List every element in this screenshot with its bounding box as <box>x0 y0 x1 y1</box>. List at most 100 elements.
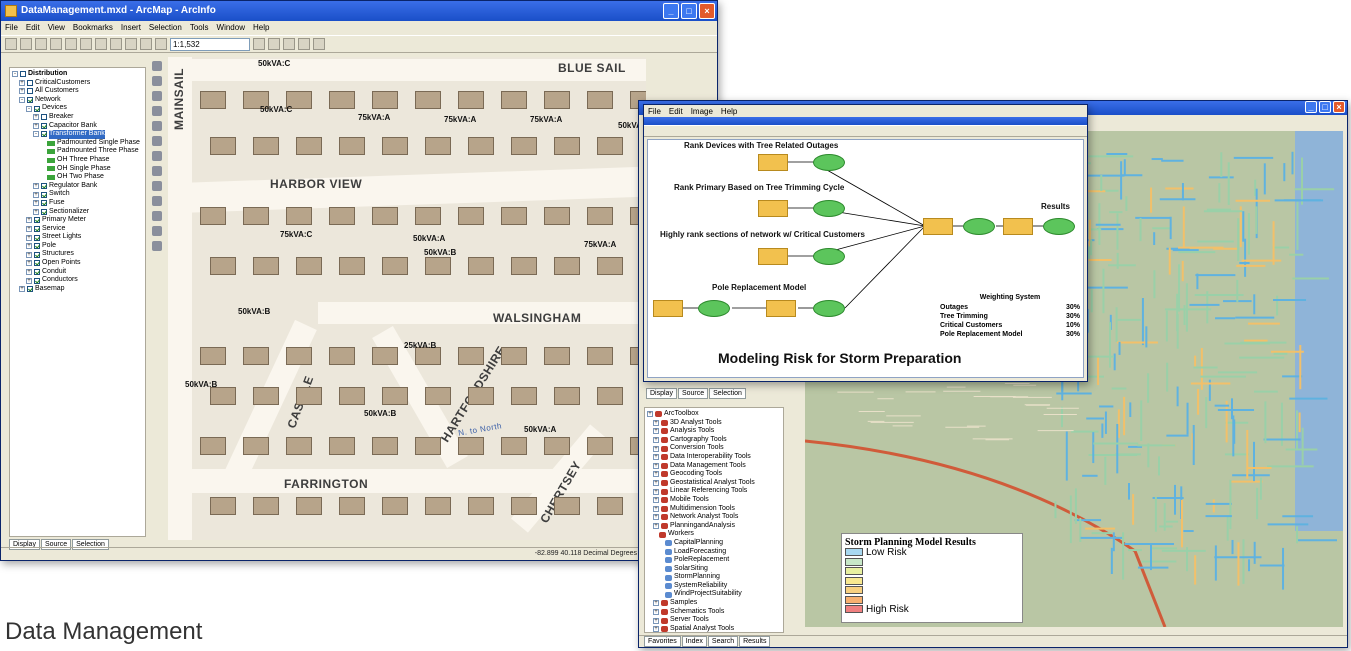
model-menu-file[interactable]: File <box>648 105 661 117</box>
command-line-icon[interactable] <box>283 38 295 50</box>
toolbox-item[interactable]: StormPlanning <box>647 573 781 582</box>
toolbox-item[interactable]: + Server Tools <box>647 616 781 625</box>
expand-toggle-icon[interactable]: + <box>653 445 659 452</box>
minimize-button[interactable]: _ <box>663 3 679 19</box>
layer-checkbox[interactable] <box>27 97 33 104</box>
whats-this-icon[interactable] <box>313 38 325 50</box>
back-extent-icon[interactable] <box>152 151 162 161</box>
model-output-data[interactable] <box>813 248 845 265</box>
toc-item[interactable]: - Distribution <box>12 70 143 79</box>
maximize-button[interactable]: □ <box>1319 101 1331 113</box>
new-icon[interactable] <box>5 38 17 50</box>
fixed-zoom-in-icon[interactable] <box>152 91 162 101</box>
toc-item[interactable]: + CriticalCustomers <box>12 79 143 88</box>
expand-toggle-icon[interactable]: + <box>26 217 32 224</box>
toolbox-item[interactable]: + Spatial Analyst Tools <box>647 625 781 632</box>
toc-item[interactable]: + Regulator Bank <box>12 182 143 191</box>
print-icon[interactable] <box>50 38 62 50</box>
expand-toggle-icon[interactable]: - <box>19 97 25 104</box>
expand-toggle-icon[interactable]: + <box>26 260 32 267</box>
select-elements-icon[interactable] <box>152 196 162 206</box>
expand-toggle-icon[interactable]: + <box>33 183 39 190</box>
layer-checkbox[interactable] <box>27 88 33 95</box>
editor-icon[interactable] <box>253 38 265 50</box>
toc-item[interactable]: + Basemap <box>12 285 143 294</box>
toolbox-item[interactable]: +3D Analyst Tools <box>647 419 781 428</box>
expand-toggle-icon[interactable]: + <box>653 608 659 615</box>
arcmap-menu-edit[interactable]: Edit <box>26 21 40 35</box>
toolbox-tab-favorites[interactable]: Favorites <box>644 636 681 647</box>
toc-item[interactable]: + Conductors <box>12 276 143 285</box>
model-output-data[interactable] <box>813 200 845 217</box>
expand-toggle-icon[interactable]: + <box>33 208 39 215</box>
open-icon[interactable] <box>20 38 32 50</box>
toc-item[interactable]: + Open Points <box>12 259 143 268</box>
layer-checkbox[interactable] <box>34 217 40 224</box>
expand-toggle-icon[interactable]: + <box>653 488 659 495</box>
layer-checkbox[interactable] <box>34 105 40 112</box>
expand-toggle-icon[interactable]: + <box>653 626 659 632</box>
model-menu-help[interactable]: Help <box>721 105 737 117</box>
toolbox-item[interactable]: + Conversion Tools <box>647 444 781 453</box>
close-button[interactable]: × <box>1333 101 1345 113</box>
minimize-button[interactable]: _ <box>1305 101 1317 113</box>
layer-checkbox[interactable] <box>41 183 47 190</box>
expand-toggle-icon[interactable]: + <box>653 497 659 504</box>
toc-item[interactable]: + Structures <box>12 250 143 259</box>
toolbox-tab-display[interactable]: Display <box>646 388 677 399</box>
arcmap-menu-bookmarks[interactable]: Bookmarks <box>73 21 113 35</box>
fixed-zoom-out-icon[interactable] <box>152 106 162 116</box>
toolbox-item[interactable]: + Data Management Tools <box>647 462 781 471</box>
forward-extent-icon[interactable] <box>152 166 162 176</box>
zoom-out-icon[interactable] <box>152 76 162 86</box>
paste-icon[interactable] <box>95 38 107 50</box>
layer-checkbox[interactable] <box>34 243 40 250</box>
toc-item[interactable]: + Conduit <box>12 268 143 277</box>
expand-toggle-icon[interactable]: + <box>653 471 659 478</box>
identify-icon[interactable] <box>152 211 162 221</box>
toc-item[interactable]: + Primary Meter <box>12 216 143 225</box>
toolbox-item[interactable]: + Analysis Tools <box>647 427 781 436</box>
copy-icon[interactable] <box>80 38 92 50</box>
layer-checkbox[interactable] <box>27 286 33 293</box>
toc-item[interactable]: Padmounted Single Phase <box>12 139 143 148</box>
expand-toggle-icon[interactable]: - <box>26 105 32 112</box>
expand-toggle-icon[interactable]: + <box>33 122 39 129</box>
pan-icon[interactable] <box>152 121 162 131</box>
toolbox-item[interactable]: SolarSiting <box>647 565 781 574</box>
expand-toggle-icon[interactable]: + <box>26 268 32 275</box>
select-features-icon[interactable] <box>152 181 162 191</box>
toolbox-tab-source[interactable]: Source <box>677 388 709 399</box>
expand-toggle-icon[interactable]: + <box>26 251 32 258</box>
toolbox-item[interactable]: + Schematics Tools <box>647 608 781 617</box>
toolbox-item[interactable]: SystemReliability <box>647 582 781 591</box>
layer-checkbox[interactable] <box>41 191 47 198</box>
toc-item[interactable]: + All Customers <box>12 87 143 96</box>
arcmap-menu-tools[interactable]: Tools <box>190 21 209 35</box>
expand-toggle-icon[interactable]: + <box>33 191 39 198</box>
toolbox-item[interactable]: + Geostatistical Analyst Tools <box>647 479 781 488</box>
expand-toggle-icon[interactable]: + <box>653 600 659 607</box>
toc-item[interactable]: + Capacitor Bank <box>12 122 143 131</box>
toolbox-tab-results[interactable]: Results <box>739 636 771 647</box>
toc-item[interactable]: + Pole <box>12 242 143 251</box>
toc-item[interactable]: OH Three Phase <box>12 156 143 165</box>
arcmap-menu-file[interactable]: File <box>5 21 18 35</box>
toc-item[interactable]: - Network <box>12 96 143 105</box>
expand-toggle-icon[interactable]: + <box>19 79 25 86</box>
toolbox-item[interactable]: LoadForecasting <box>647 548 781 557</box>
expand-toggle-icon[interactable]: + <box>19 88 25 95</box>
arcmap-menu-view[interactable]: View <box>48 21 65 35</box>
model-output-data[interactable] <box>698 300 730 317</box>
close-button[interactable]: × <box>699 3 715 19</box>
toolbox-item[interactable]: + Linear Referencing Tools <box>647 487 781 496</box>
toc-item[interactable]: + Street Lights <box>12 233 143 242</box>
toolbox-tab-selection[interactable]: Selection <box>709 388 746 399</box>
toolbox-item[interactable]: + Cartography Tools <box>647 436 781 445</box>
model-input-data[interactable] <box>758 248 788 265</box>
layer-checkbox[interactable] <box>34 251 40 258</box>
model-input-data[interactable] <box>758 154 788 171</box>
layer-checkbox[interactable] <box>34 268 40 275</box>
find-icon[interactable] <box>152 226 162 236</box>
layer-checkbox[interactable] <box>34 277 40 284</box>
